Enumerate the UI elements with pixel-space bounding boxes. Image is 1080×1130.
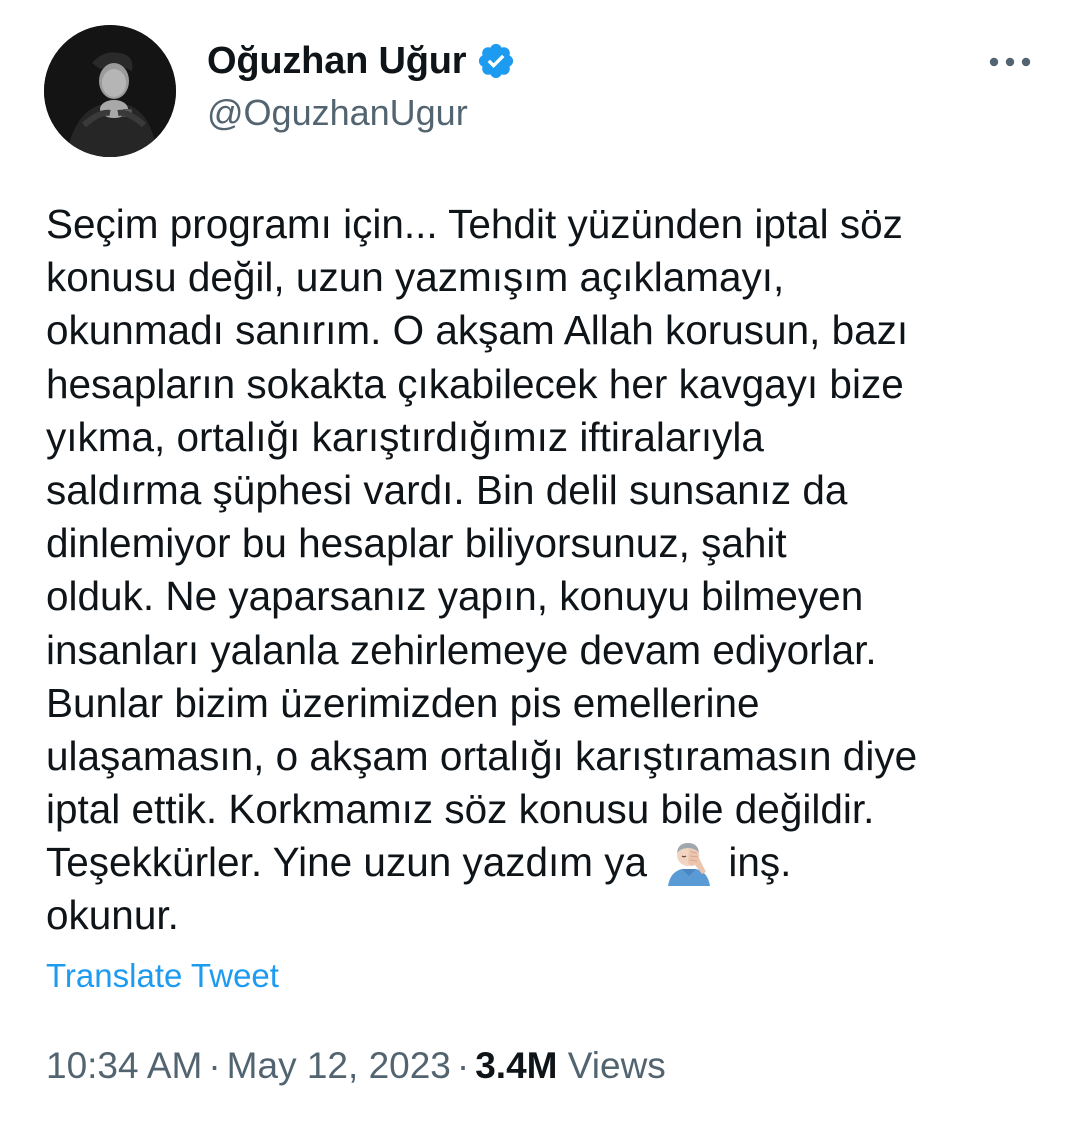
tweet-text-line: Seçim programı için... Tehdit yüzünden i… bbox=[46, 201, 903, 247]
tweet-text-line: iptal ettik. Korkmamız söz konusu bile d… bbox=[46, 786, 875, 833]
tweet-text-line: konusu değil, uzun yazmışım açıklamayı, bbox=[46, 254, 785, 301]
tweet-text: Seçim programı için... Tehdit yüzünden i… bbox=[46, 198, 1056, 943]
meta-separator: · bbox=[208, 1045, 221, 1086]
avatar-photo bbox=[44, 25, 176, 157]
tweet-text-line: olduk. Ne yaparsanız yapın, konuyu bilme… bbox=[46, 573, 864, 620]
author-handle[interactable]: @OguzhanUgur bbox=[207, 92, 468, 134]
tweet-text-line: hesapların sokakta çıkabilecek her kavga… bbox=[46, 360, 904, 407]
author-name-row: Oğuzhan Uğur bbox=[207, 38, 516, 84]
tweet-text-line: insanları yalanla zehirlemeye devam ediy… bbox=[46, 626, 877, 673]
tweet-date[interactable]: May 12, 2023 bbox=[227, 1045, 451, 1086]
avatar[interactable] bbox=[44, 25, 176, 157]
tweet-text-line: Teşekkürler. Yine uzun yazdım ya inş. bbox=[46, 836, 1056, 889]
tweet-text-line: Bunlar bizim üzerimizden pis emellerine bbox=[46, 679, 760, 726]
translate-tweet-link[interactable]: Translate Tweet bbox=[46, 957, 279, 995]
tweet: Oğuzhan Uğur @OguzhanUgur Seçim programı… bbox=[0, 0, 1080, 1130]
verified-badge-icon bbox=[476, 41, 516, 81]
tweet-time[interactable]: 10:34 AM bbox=[46, 1045, 202, 1086]
more-options-button[interactable] bbox=[986, 44, 1034, 80]
tweet-text-line: yıkma, ortalığı karıştırdığımız iftirala… bbox=[46, 413, 764, 460]
views-count[interactable]: 3.4M bbox=[475, 1045, 557, 1086]
tweet-text-line: okunmadı sanırım. O akşam Allah korusun,… bbox=[46, 307, 909, 354]
tweet-text-line: ulaşamasın, o akşam ortalığı karıştırama… bbox=[46, 732, 918, 779]
tweet-text-line: saldırma şüphesi vardı. Bin delil sunsan… bbox=[46, 466, 848, 513]
tweet-text-line: dinlemiyor bu hesaplar biliyorsunuz, şah… bbox=[46, 520, 787, 567]
views-label[interactable]: Views bbox=[568, 1045, 666, 1086]
tweet-text-line: okunur. bbox=[46, 892, 179, 939]
more-dots-icon bbox=[989, 57, 1031, 67]
tweet-text-segment: Teşekkürler. Yine uzun yazdım ya bbox=[46, 839, 648, 886]
meta-separator: · bbox=[456, 1045, 470, 1086]
tweet-meta: 10:34 AM · May 12, 2023 · 3.4M Views bbox=[46, 1045, 666, 1087]
author-display-name[interactable]: Oğuzhan Uğur bbox=[207, 40, 467, 83]
man-facepalming-emoji-icon bbox=[662, 838, 714, 887]
tweet-text-segment: inş. bbox=[728, 839, 792, 886]
